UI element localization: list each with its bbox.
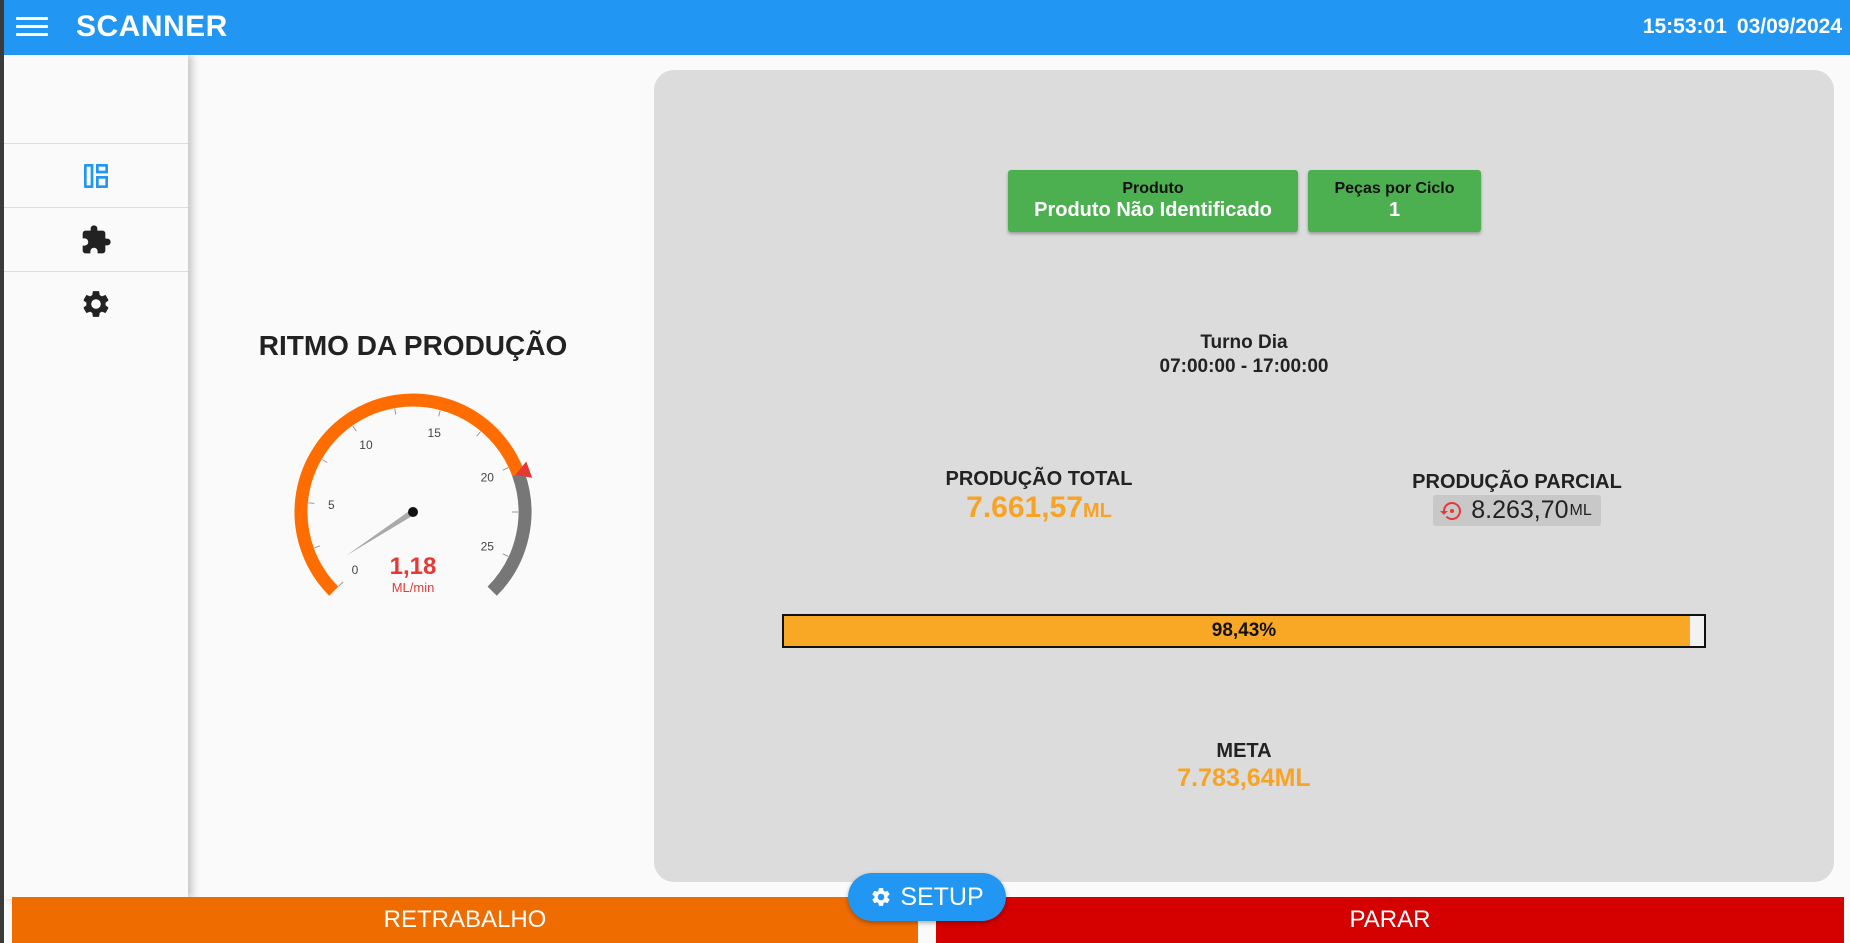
- gauge-tick: [308, 502, 315, 504]
- goal-progress-bar: 98,43%: [782, 614, 1706, 648]
- gauge-tick-label: 0: [352, 563, 359, 577]
- app-title: SCANNER: [76, 10, 228, 43]
- production-total-label: PRODUÇÃO TOTAL: [945, 468, 1133, 490]
- gauge-unit: ML/min: [392, 580, 435, 595]
- dashboard-icon: [84, 163, 108, 188]
- puzzle-icon: [82, 224, 111, 253]
- gauge-tick: [476, 431, 481, 437]
- shift-name: Turno Dia: [1200, 332, 1288, 353]
- goal-label: META: [1216, 740, 1272, 762]
- shift-hours: 07:00:00 - 17:00:00: [1159, 356, 1329, 377]
- top-app-bar: SCANNER 15:53:01 03/09/2024: [4, 0, 1850, 55]
- gauge-tick: [502, 553, 509, 557]
- sidebar-item-settings[interactable]: [4, 271, 188, 335]
- pieces-label: Peças por Ciclo: [1334, 180, 1455, 197]
- production-total-value: 7.661,57ML: [889, 491, 1189, 525]
- production-total-unit: ML: [1082, 500, 1112, 522]
- setup-button[interactable]: SETUP: [848, 873, 1006, 921]
- goal: META 7.783,64ML: [654, 740, 1834, 793]
- left-edge-line: [0, 0, 4, 943]
- production-partial-label: PRODUÇÃO PARCIAL: [1412, 471, 1622, 493]
- production-rate-gauge: 0 5 10 15 20 25 1,18ML/min: [294, 393, 533, 596]
- goal-value: 7.783,64ML: [1177, 764, 1311, 792]
- gauge-tick-label: 25: [481, 540, 495, 554]
- gauge-tick-label: 10: [359, 438, 373, 452]
- gauge-title: RITMO DA PRODUÇÃO: [258, 330, 568, 361]
- hamburger-menu-icon[interactable]: [16, 14, 48, 42]
- product-label: Produto: [1122, 180, 1184, 197]
- production-total-number: 7.661,57: [966, 491, 1083, 524]
- gear-icon: [872, 888, 890, 906]
- gauge-tick-label: 15: [428, 426, 442, 440]
- sidebar: [4, 55, 188, 899]
- gauge-tick: [314, 545, 321, 549]
- gauge-tick-label: 5: [328, 498, 335, 512]
- sidebar-item-dashboard[interactable]: [4, 143, 188, 207]
- rework-button[interactable]: RETRABALHO: [12, 897, 918, 943]
- clock-date: 03/09/2024: [1736, 15, 1842, 38]
- product-value: Produto Não Identificado: [1034, 199, 1272, 221]
- gauge-tick: [352, 425, 357, 432]
- gauge-needle-hub: [408, 507, 418, 517]
- production-partial-unit: ML: [1569, 501, 1592, 519]
- clock-time: 15:53:01: [1642, 15, 1727, 38]
- pieces-per-cycle-box: Peças por Ciclo 1: [1308, 170, 1481, 232]
- gauge-tick: [502, 467, 509, 471]
- production-partial: PRODUÇÃO PARCIAL 8.263,70 ML: [1367, 471, 1667, 528]
- gauge-tick: [394, 408, 397, 415]
- pieces-value: 1: [1388, 199, 1401, 221]
- production-panel: Produto Produto Não Identificado Peças p…: [654, 70, 1834, 882]
- gauge-arc-over: [487, 471, 532, 596]
- gear-icon: [83, 290, 109, 317]
- gauge-value: 1,18: [390, 553, 437, 580]
- stop-button[interactable]: PARAR: [936, 897, 1844, 943]
- gauge-tick: [321, 459, 328, 463]
- clock: 15:53:01 03/09/2024: [1643, 15, 1842, 39]
- gauge-tick-label: 20: [481, 470, 495, 484]
- production-partial-reset-chip[interactable]: 8.263,70 ML: [1433, 495, 1601, 526]
- shift-info: Turno Dia 07:00:00 - 17:00:00: [654, 332, 1834, 378]
- gauge-needle: [346, 509, 415, 556]
- sidebar-item-extensions[interactable]: [4, 207, 188, 271]
- goal-progress-text: 98,43%: [1211, 620, 1277, 641]
- setup-button-label: SETUP: [900, 882, 984, 911]
- production-partial-number: 8.263,70: [1471, 496, 1569, 524]
- reset-icon: [1440, 501, 1462, 520]
- production-total: PRODUÇÃO TOTAL 7.661,57ML: [889, 468, 1189, 525]
- gauge-tick: [438, 410, 441, 417]
- gauge-tick: [338, 581, 344, 587]
- product-box: Produto Produto Não Identificado: [1008, 170, 1298, 232]
